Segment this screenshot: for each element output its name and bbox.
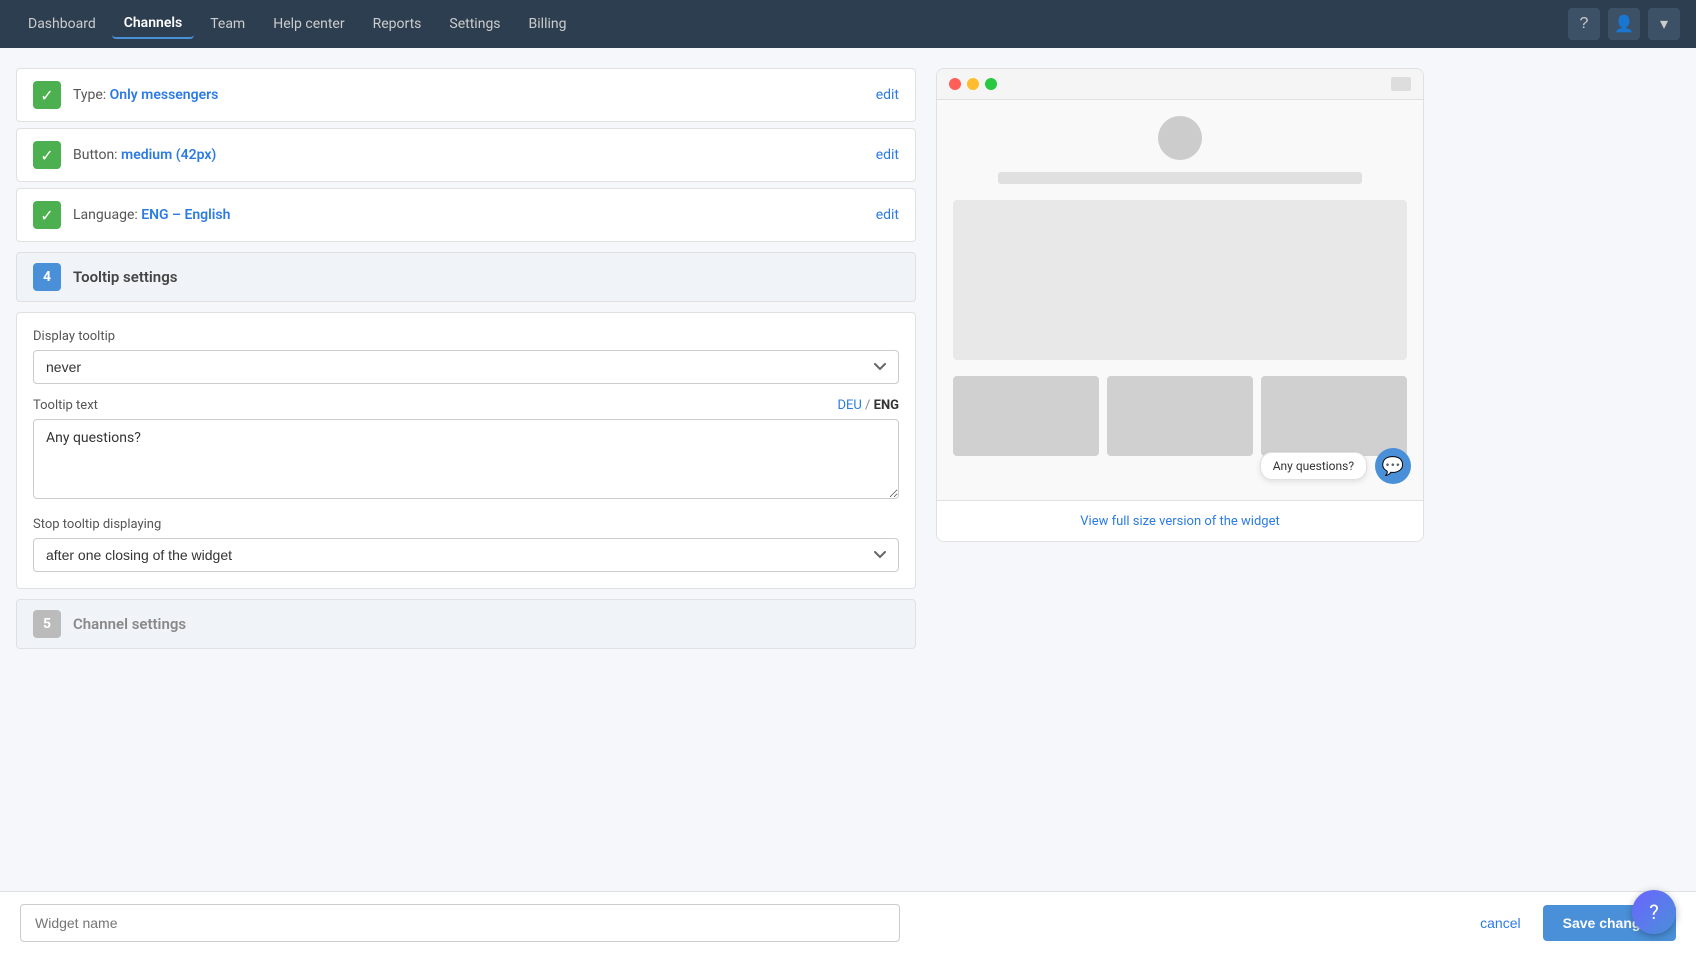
lang-separator: / [865,398,874,413]
dropdown-icon-button[interactable]: ▾ [1648,8,1680,40]
button-edit-link[interactable]: edit [876,147,899,163]
preview-titlebar [937,69,1423,100]
stop-tooltip-group: Stop tooltip displaying after one closin… [33,517,899,572]
top-navigation: Dashboard Channels Team Help center Repo… [0,0,1696,48]
left-panel: ✓ Type: Only messengers edit ✓ Button: m… [16,68,916,934]
display-tooltip-select[interactable]: never always after delay [33,350,899,384]
nav-actions: ? 👤 ▾ [1568,8,1680,40]
nav-item-help-center[interactable]: Help center [261,10,356,38]
language-label: Language: ENG – English [73,207,868,223]
tooltip-text-textarea[interactable]: Any questions? [33,419,899,499]
language-edit-link[interactable]: edit [876,207,899,223]
nav-item-channels[interactable]: Channels [112,9,195,39]
help-icon-button[interactable]: ? [1568,8,1600,40]
channel-section-number: 5 [33,610,61,638]
stop-tooltip-label: Stop tooltip displaying [33,517,899,532]
tooltip-text-header: Tooltip text DEU / ENG [33,398,899,413]
language-check-icon: ✓ [33,201,61,229]
tooltip-text-group: Tooltip text DEU / ENG Any questions? [33,398,899,503]
nav-item-team[interactable]: Team [198,10,257,38]
traffic-dot-red [949,78,961,90]
view-fullsize-container: View full size version of the widget [937,500,1423,541]
nav-item-dashboard[interactable]: Dashboard [16,10,108,38]
preview-chat-button: 💬 [1375,448,1411,484]
nav-links: Dashboard Channels Team Help center Repo… [16,9,578,39]
preview-card-2 [1107,376,1253,456]
widget-name-input[interactable] [20,904,900,942]
preview-titlebar-icon [1391,77,1411,91]
tooltip-settings-form: Display tooltip never always after delay… [16,312,916,589]
lang-switcher: DEU / ENG [837,398,899,413]
type-label: Type: Only messengers [73,87,868,103]
type-edit-link[interactable]: edit [876,87,899,103]
lang-deu-link[interactable]: DEU [837,398,861,413]
view-fullsize-link[interactable]: View full size version of the widget [1080,514,1280,529]
tooltip-section-header[interactable]: 4 Tooltip settings [16,252,916,302]
user-icon-button[interactable]: 👤 [1608,8,1640,40]
display-tooltip-group: Display tooltip never always after delay [33,329,899,384]
main-container: ✓ Type: Only messengers edit ✓ Button: m… [0,48,1440,954]
nav-item-reports[interactable]: Reports [361,10,434,38]
support-bubble[interactable]: ? [1632,890,1676,934]
preview-widget-area: Any questions? 💬 [1260,448,1411,484]
preview-avatar [1158,116,1202,160]
type-row: ✓ Type: Only messengers edit [16,68,916,122]
channel-section-title: Channel settings [73,615,186,633]
channel-section-header[interactable]: 5 Channel settings [16,599,916,649]
language-value: ENG – English [141,207,230,223]
stop-tooltip-select[interactable]: after one closing of the widget never al… [33,538,899,572]
preview-body: Any questions? 💬 [937,100,1423,500]
widget-preview: Any questions? 💬 View full size version … [936,68,1424,542]
right-panel: Any questions? 💬 View full size version … [936,68,1424,934]
button-row: ✓ Button: medium (42px) edit [16,128,916,182]
button-check-icon: ✓ [33,141,61,169]
preview-cards [953,376,1407,456]
bottom-bar: cancel Save changes [0,891,1696,954]
preview-card-1 [953,376,1099,456]
preview-card-3 [1261,376,1407,456]
preview-tooltip-bubble: Any questions? [1260,452,1367,480]
type-check-icon: ✓ [33,81,61,109]
lang-eng-active: ENG [874,398,899,413]
tooltip-text-label: Tooltip text [33,398,98,413]
button-label: Button: medium (42px) [73,147,868,163]
display-tooltip-label: Display tooltip [33,329,899,344]
type-value: Only messengers [110,87,219,103]
nav-item-billing[interactable]: Billing [517,10,579,38]
cancel-button[interactable]: cancel [1468,907,1532,939]
preview-content-box [953,200,1407,360]
button-value: medium (42px) [121,147,216,163]
tooltip-section-number: 4 [33,263,61,291]
preview-bar [998,172,1361,184]
nav-item-settings[interactable]: Settings [437,10,512,38]
tooltip-section-title: Tooltip settings [73,268,177,286]
language-row: ✓ Language: ENG – English edit [16,188,916,242]
traffic-dot-green [985,78,997,90]
traffic-dot-yellow [967,78,979,90]
